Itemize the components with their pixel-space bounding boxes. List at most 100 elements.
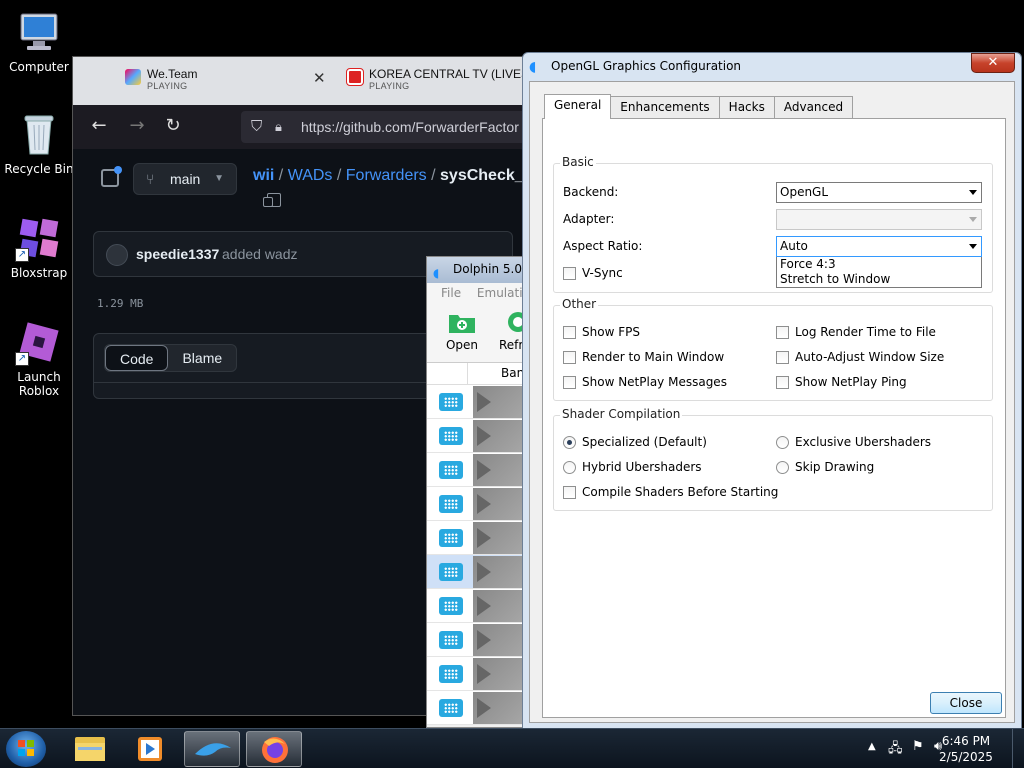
hybrid-ubershaders-radio[interactable] [563, 461, 576, 474]
aspect-ratio-select[interactable]: Auto [776, 236, 982, 257]
taskbar-explorer[interactable] [62, 731, 118, 767]
list-item[interactable] [427, 453, 535, 487]
breadcrumb-current-file: sysCheck_De [440, 167, 531, 184]
taskbar-dolphin[interactable] [184, 731, 240, 767]
auto-adjust-window-label: Auto-Adjust Window Size [795, 350, 945, 364]
folder-icon [75, 737, 105, 761]
other-group: Other Show FPS Render to Main Window Sho… [553, 297, 993, 401]
dialog-title-bar[interactable]: ◖ OpenGL Graphics Configuration ✕ [523, 53, 1021, 81]
browser-tab-korea-tv[interactable]: KOREA CENTRAL TV (LIVESTR PLAYING [346, 65, 531, 101]
roblox-icon: ↗ [15, 318, 63, 366]
file-tree-toggle-icon[interactable] [101, 166, 122, 187]
taskbar: ▲ 🖧︎ ⚑ 🔊︎ 6:46 PM 2/5/2025 [0, 728, 1024, 768]
branch-selector-button[interactable]: ⑂ main ▼ [133, 163, 237, 195]
aspect-option-force-4-3[interactable]: Force 4:3 [777, 257, 981, 272]
adapter-select[interactable] [776, 209, 982, 230]
render-main-window-checkbox[interactable] [563, 351, 576, 364]
dropdown-arrow-icon [969, 217, 977, 222]
list-item[interactable] [427, 385, 535, 419]
taskbar-media-player[interactable] [122, 731, 178, 767]
list-item[interactable] [427, 657, 535, 691]
vsync-checkbox[interactable] [563, 267, 576, 280]
wii-platform-icon [439, 563, 463, 581]
wii-platform-icon [439, 393, 463, 411]
aspect-option-stretch[interactable]: Stretch to Window [777, 272, 981, 287]
tab-status: PLAYING [369, 81, 410, 91]
breadcrumb-wads-link[interactable]: WADs [288, 167, 333, 184]
clock-time: 6:46 PM [941, 734, 991, 748]
list-item[interactable] [427, 555, 535, 589]
lock-icon[interactable]: 🔒︎ [275, 111, 282, 143]
list-item[interactable] [427, 623, 535, 657]
desktop-icon-bloxstrap[interactable]: ↗ Bloxstrap [4, 214, 74, 280]
desktop-icon-recycle-bin[interactable]: Recycle Bin [4, 110, 74, 176]
system-tray: ▲ 🖧︎ ⚑ 🔊︎ 6:46 PM 2/5/2025 [824, 729, 1024, 768]
dolphin-icon: ◖ [433, 266, 440, 280]
desktop-icon-label: Recycle Bin [4, 162, 74, 176]
forward-arrow-icon[interactable]: → [125, 115, 149, 139]
taskbar-firefox[interactable] [246, 731, 302, 767]
basic-group: Basic Backend: OpenGL Adapter: Aspect Ra… [553, 155, 993, 293]
dropdown-arrow-icon [969, 190, 977, 195]
browser-nav-bar: ← → ↻ ⛉ 🔒︎ https://github.com/ForwarderF… [73, 105, 531, 149]
opengl-config-dialog: ◖ OpenGL Graphics Configuration ✕ Genera… [522, 52, 1022, 730]
network-icon[interactable]: 🖧︎ [888, 739, 903, 761]
tab-close-icon[interactable]: ✕ [313, 69, 326, 87]
dialog-title: OpenGL Graphics Configuration [551, 59, 742, 73]
list-item[interactable] [427, 589, 535, 623]
list-item[interactable] [427, 691, 535, 725]
close-button[interactable]: Close [930, 692, 1002, 714]
desktop-icon-launch-roblox[interactable]: ↗ Launch Roblox [4, 318, 74, 398]
game-list-header: Ban [427, 363, 535, 385]
list-item[interactable] [427, 487, 535, 521]
clock[interactable]: 6:46 PM 2/5/2025 [936, 733, 996, 765]
log-render-time-label: Log Render Time to File [795, 325, 936, 339]
reload-icon[interactable]: ↻ [161, 115, 185, 139]
show-netplay-ping-checkbox[interactable] [776, 376, 789, 389]
breadcrumb-repo-link[interactable]: wii [253, 167, 274, 184]
breadcrumb-forwarders-link[interactable]: Forwarders [346, 167, 427, 184]
avatar[interactable] [106, 244, 128, 266]
chevron-down-icon: ▼ [214, 173, 224, 184]
tab-enhancements[interactable]: Enhancements [610, 96, 720, 118]
code-tab[interactable]: Code [105, 345, 169, 371]
column-banner[interactable]: Ban [501, 366, 524, 380]
skip-drawing-radio[interactable] [776, 461, 789, 474]
log-render-time-checkbox[interactable] [776, 326, 789, 339]
copy-path-icon[interactable] [263, 193, 281, 207]
action-center-flag-icon[interactable]: ⚑ [912, 739, 924, 754]
url-bar[interactable]: ⛉ 🔒︎ https://github.com/ForwarderFactor [241, 111, 531, 143]
tab-general[interactable]: General [544, 94, 612, 119]
back-arrow-icon[interactable]: ← [87, 115, 111, 139]
compile-before-starting-checkbox[interactable] [563, 486, 576, 499]
desktop-icon-computer[interactable]: Computer [4, 8, 74, 74]
show-fps-checkbox[interactable] [563, 326, 576, 339]
window-close-button[interactable]: ✕ [971, 53, 1015, 73]
show-desktop-button[interactable] [1012, 729, 1024, 768]
dolphin-title-bar[interactable]: ◖ Dolphin 5.0- [427, 257, 535, 283]
list-item[interactable] [427, 419, 535, 453]
commit-message[interactable]: added wadz [222, 246, 298, 262]
desktop-icon-label: Bloxstrap [10, 266, 68, 280]
tab-advanced[interactable]: Advanced [773, 96, 854, 118]
open-button[interactable]: Open [437, 309, 487, 352]
tab-hacks[interactable]: Hacks [718, 96, 775, 118]
backend-select[interactable]: OpenGL [776, 182, 982, 203]
exclusive-ubershaders-radio[interactable] [776, 436, 789, 449]
specialized-radio[interactable] [563, 436, 576, 449]
show-netplay-messages-checkbox[interactable] [563, 376, 576, 389]
backend-value: OpenGL [780, 185, 829, 199]
shortcut-arrow-icon: ↗ [15, 352, 29, 366]
browser-tab-weteam[interactable]: We.Team PLAYING ✕ [125, 65, 326, 101]
tray-expand-icon[interactable]: ▲ [868, 741, 876, 752]
list-item[interactable] [427, 521, 535, 555]
git-branch-icon: ⑂ [146, 171, 155, 187]
start-button[interactable] [6, 731, 46, 767]
auto-adjust-window-checkbox[interactable] [776, 351, 789, 364]
browser-tab-bar: We.Team PLAYING ✕ KOREA CENTRAL TV (LIVE… [73, 57, 531, 105]
blame-tab[interactable]: Blame [168, 345, 236, 371]
menu-file[interactable]: File [441, 286, 461, 300]
file-size: 1.29 MB [97, 297, 144, 310]
commit-author[interactable]: speedie1337 [136, 246, 219, 262]
shield-icon[interactable]: ⛉ [251, 111, 262, 143]
